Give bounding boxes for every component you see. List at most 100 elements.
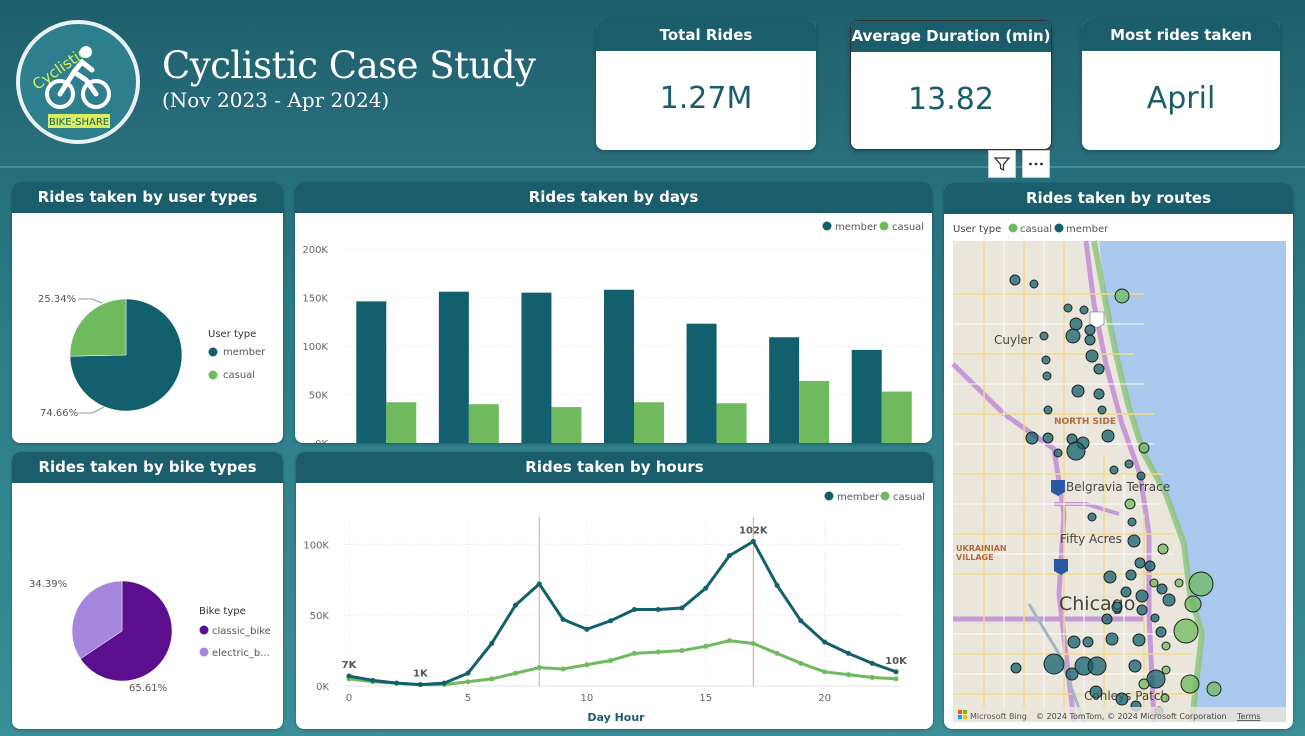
point-casual[interactable] — [798, 660, 804, 666]
point-casual[interactable] — [584, 662, 590, 668]
hours-line-chart[interactable]: member casual 0K 50K 100K 0 5 10 15 20 7K 1K 102K… — [296, 483, 933, 729]
line-casual[interactable] — [348, 639, 897, 687]
point-member[interactable] — [441, 680, 447, 686]
y-tick-label: 150K — [302, 294, 328, 305]
point-member[interactable] — [774, 582, 780, 588]
kpi-label: Average Duration (min) — [851, 21, 1051, 52]
point-member[interactable] — [608, 618, 614, 624]
pie-slice-casual[interactable] — [69, 298, 127, 357]
point-member[interactable] — [465, 670, 471, 676]
point-member[interactable] — [584, 626, 590, 632]
bar-member[interactable] — [356, 301, 387, 443]
kpi-average-duration[interactable]: Average Duration (min) 13.82 — [850, 20, 1052, 150]
point-member[interactable] — [750, 538, 756, 544]
point-member[interactable] — [798, 618, 804, 624]
point-casual[interactable] — [536, 665, 542, 671]
point-casual[interactable] — [560, 666, 566, 672]
point-casual[interactable] — [845, 672, 851, 678]
legend-marker-casual — [880, 491, 890, 501]
point-member[interactable] — [394, 680, 400, 686]
bar-casual[interactable] — [799, 380, 830, 443]
point-member[interactable] — [822, 639, 828, 645]
bar-member[interactable] — [686, 323, 717, 443]
panel-bike-types[interactable]: Rides taken by bike types 34.39% 65.61% … — [12, 452, 283, 729]
bar-casual[interactable] — [634, 402, 664, 443]
point-casual[interactable] — [631, 650, 637, 656]
point-casual[interactable] — [608, 657, 614, 663]
point-member[interactable] — [727, 553, 733, 559]
point-member[interactable] — [893, 669, 899, 675]
point-member[interactable] — [703, 585, 709, 591]
point-member[interactable] — [536, 581, 542, 587]
point-casual[interactable] — [750, 640, 756, 646]
data-label: 1K — [413, 669, 429, 680]
point-member[interactable] — [370, 677, 376, 683]
point-casual[interactable] — [727, 638, 733, 644]
point-casual[interactable] — [489, 676, 495, 682]
routes-map[interactable]: User type casual member Cuyler NORTH SID… — [944, 214, 1293, 729]
map-terms-link[interactable]: Terms — [1236, 712, 1261, 721]
user-types-pie-chart[interactable]: 25.34% 74.66% User type member casual — [12, 213, 283, 443]
legend-marker-member — [1054, 223, 1064, 233]
line-member[interactable] — [348, 539, 897, 687]
point-casual[interactable] — [679, 648, 685, 654]
filter-icon[interactable] — [988, 150, 1016, 178]
panel-title: Rides taken by bike types — [12, 452, 283, 483]
bar-casual[interactable] — [881, 391, 912, 443]
bar-casual[interactable] — [386, 402, 417, 443]
kpi-most-rides-month[interactable]: Most rides taken month April — [1082, 20, 1280, 150]
point-casual[interactable] — [822, 669, 828, 675]
bar-member[interactable] — [769, 337, 800, 443]
point-casual[interactable] — [774, 650, 780, 656]
kpi-total-rides[interactable]: Total Rides 1.27M — [596, 20, 816, 150]
logo-badge: BIKE-SHARE — [49, 117, 109, 128]
data-label: 102K — [739, 525, 769, 536]
legend-title: User type — [208, 329, 256, 340]
bike-types-pie-chart[interactable]: 34.39% 65.61% Bike type classic_bike ele… — [12, 483, 283, 729]
bar-member[interactable] — [604, 289, 634, 443]
legend-member: member — [223, 347, 266, 358]
legend-casual: casual — [1020, 224, 1052, 235]
panel-days[interactable]: Rides taken by days member casual 0K 50K 1… — [295, 182, 932, 443]
pie-label-casual: 25.34% — [38, 294, 76, 305]
point-casual[interactable] — [869, 674, 875, 680]
more-options-icon[interactable] — [1022, 150, 1050, 178]
point-member[interactable] — [869, 660, 875, 666]
point-casual[interactable] — [465, 679, 471, 685]
legend-title: Bike type — [199, 606, 246, 617]
point-member[interactable] — [489, 640, 495, 646]
point-member[interactable] — [679, 605, 685, 611]
point-member[interactable] — [346, 673, 352, 679]
bar-member[interactable] — [851, 349, 882, 443]
point-casual[interactable] — [703, 643, 709, 649]
point-casual[interactable] — [512, 670, 518, 676]
point-member[interactable] — [655, 606, 661, 612]
bar-casual[interactable] — [468, 404, 499, 443]
point-casual[interactable] — [893, 676, 899, 682]
panel-hours[interactable]: Rides taken by hours member casual 0K 50K… — [296, 452, 933, 729]
page-subtitle: (Nov 2023 - Apr 2024) — [162, 88, 390, 112]
point-member[interactable] — [512, 602, 518, 608]
legend-marker-member — [208, 347, 218, 357]
legend-marker-casual — [208, 370, 218, 380]
point-member[interactable] — [845, 650, 851, 656]
point-casual[interactable] — [655, 649, 661, 655]
legend-marker-member — [824, 491, 834, 501]
bar-member[interactable] — [521, 292, 552, 443]
y-tick-label: 0K — [315, 439, 328, 443]
point-member[interactable] — [560, 616, 566, 622]
map-label-fifty-acres: Fifty Acres — [1060, 532, 1122, 546]
panel-routes[interactable]: Rides taken by routes User type casual m… — [944, 183, 1293, 729]
panel-user-types[interactable]: Rides taken by user types 25.34% 74.66% … — [12, 182, 283, 443]
bar-member[interactable] — [438, 291, 469, 443]
map-label-cuyler: Cuyler — [994, 333, 1033, 347]
map-label-north-side: NORTH SIDE — [1054, 417, 1116, 427]
point-member[interactable] — [417, 682, 423, 688]
days-bar-chart[interactable]: member casual 0K50K100K150K200K 1 Monday… — [295, 213, 932, 443]
bar-casual[interactable] — [716, 403, 747, 443]
panel-title: Rides taken by user types — [12, 182, 283, 213]
bar-casual[interactable] — [551, 407, 582, 443]
legend-marker-classic — [199, 625, 209, 635]
kpi-value: 13.82 — [908, 82, 994, 117]
point-member[interactable] — [631, 606, 637, 612]
